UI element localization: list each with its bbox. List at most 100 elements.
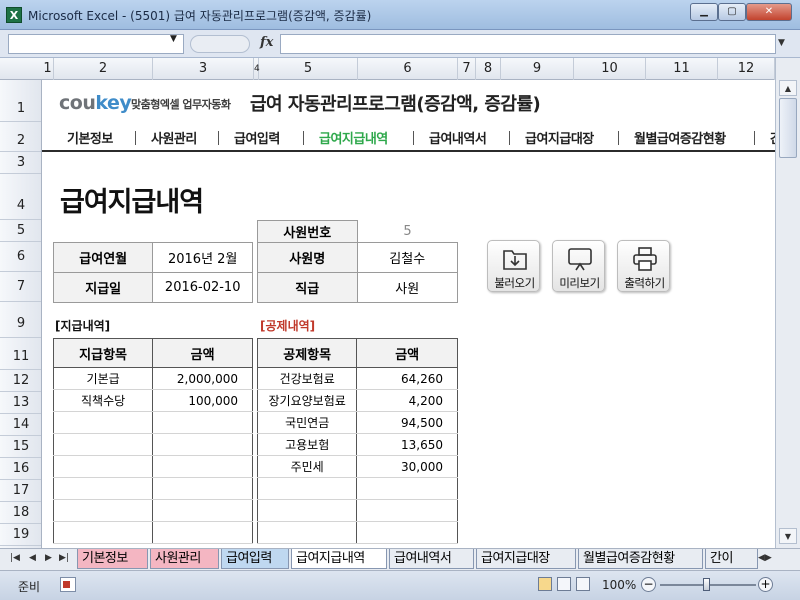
deduction-item[interactable]: 건강보험료 xyxy=(256,367,358,390)
row-header[interactable]: 3 xyxy=(0,152,41,174)
payment-item[interactable]: 기본급 xyxy=(52,367,154,390)
pay-date-value[interactable]: 2016-02-10 xyxy=(152,272,253,303)
payment-amount[interactable] xyxy=(152,477,253,500)
zoom-in-icon[interactable]: + xyxy=(758,577,773,592)
deduction-amount[interactable] xyxy=(356,477,458,500)
payment-amount[interactable]: 2,000,000 xyxy=(152,367,253,390)
row-header[interactable]: 9 xyxy=(0,302,41,338)
excel-app-icon[interactable]: X xyxy=(6,7,22,23)
deduction-item[interactable] xyxy=(256,477,358,500)
row-header[interactable]: 14 xyxy=(0,414,41,436)
next-sheet-icon[interactable]: ▶ xyxy=(45,553,52,563)
row-header[interactable]: 16 xyxy=(0,458,41,480)
deduction-item[interactable] xyxy=(256,521,358,544)
tab-scroll-icon[interactable]: ◀▶ xyxy=(758,553,772,563)
menu-item-payroll-ledger[interactable]: 급여지급대장 xyxy=(525,128,594,147)
menu-item-pay-history[interactable]: 급여지급내역 xyxy=(319,128,388,147)
deduction-amount[interactable]: 94,500 xyxy=(356,411,458,434)
pay-month-value[interactable]: 2016년 2월 xyxy=(152,242,253,273)
employee-id-value[interactable]: 5 xyxy=(357,221,458,243)
expand-formula-bar-icon[interactable]: ▼ xyxy=(778,38,785,48)
row-header[interactable]: 12 xyxy=(0,370,41,392)
scroll-thumb[interactable] xyxy=(779,98,797,158)
column-header[interactable]: 1 xyxy=(42,58,54,80)
maximize-button[interactable]: ▢ xyxy=(718,3,746,21)
close-button[interactable]: ✕ xyxy=(746,3,792,21)
print-button[interactable]: 출력하기 xyxy=(617,240,670,292)
payment-item[interactable] xyxy=(52,455,154,478)
load-button[interactable]: 불러오기 xyxy=(487,240,540,292)
deduction-amount[interactable]: 64,260 xyxy=(356,367,458,390)
row-header[interactable]: 6 xyxy=(0,242,41,272)
payment-item[interactable]: 직책수당 xyxy=(52,389,154,412)
menu-item-basic-info[interactable]: 기본정보 xyxy=(67,128,113,147)
payment-item[interactable] xyxy=(52,411,154,434)
deduction-item[interactable] xyxy=(256,499,358,522)
deduction-item[interactable]: 주민세 xyxy=(256,455,358,478)
column-header[interactable]: 2 xyxy=(54,58,153,80)
zoom-level[interactable]: 100% xyxy=(602,578,636,592)
sheet-tab[interactable]: 간이 xyxy=(705,549,758,569)
payment-amount[interactable]: 100,000 xyxy=(152,389,253,412)
payment-amount[interactable] xyxy=(152,411,253,434)
page-break-view-icon[interactable] xyxy=(576,577,590,591)
employee-rank-value[interactable]: 사원 xyxy=(356,272,458,303)
column-header[interactable]: 5 xyxy=(259,58,358,80)
row-header[interactable]: 13 xyxy=(0,392,41,414)
row-header[interactable]: 1 xyxy=(0,80,41,122)
column-header[interactable]: 3 xyxy=(153,58,254,80)
sheet-tab[interactable]: 급여입력 xyxy=(221,549,289,569)
sheet-tab[interactable]: 사원관리 xyxy=(150,549,219,569)
column-header[interactable]: 6 xyxy=(358,58,458,80)
row-header[interactable]: 19 xyxy=(0,524,41,546)
name-box[interactable] xyxy=(8,34,184,54)
deduction-amount[interactable]: 4,200 xyxy=(356,389,458,412)
zoom-out-icon[interactable]: − xyxy=(641,577,656,592)
row-header[interactable]: 15 xyxy=(0,436,41,458)
vertical-scrollbar[interactable]: ▲ ▼ xyxy=(775,58,800,548)
zoom-slider-thumb[interactable] xyxy=(703,578,710,591)
deduction-amount[interactable]: 30,000 xyxy=(356,455,458,478)
chevron-down-icon[interactable]: ▼ xyxy=(170,34,177,44)
row-header[interactable]: 17 xyxy=(0,480,41,502)
menu-item-employees[interactable]: 사원관리 xyxy=(151,128,197,147)
preview-button[interactable]: 미리보기 xyxy=(552,240,605,292)
menu-item-monthly-change[interactable]: 월별급여증감현황 xyxy=(634,128,726,147)
minimize-button[interactable]: ▁ xyxy=(690,3,718,21)
column-header[interactable]: 8 xyxy=(476,58,501,80)
row-header[interactable]: 5 xyxy=(0,220,41,242)
payment-item[interactable] xyxy=(52,433,154,456)
row-header[interactable]: 2 xyxy=(0,122,41,152)
macro-record-icon[interactable] xyxy=(60,577,76,592)
deduction-item[interactable]: 장기요양보험료 xyxy=(256,389,358,412)
deduction-amount[interactable] xyxy=(356,521,458,544)
column-header[interactable]: 12 xyxy=(718,58,775,80)
column-header[interactable]: 9 xyxy=(501,58,574,80)
normal-view-icon[interactable] xyxy=(538,577,552,591)
payment-amount[interactable] xyxy=(152,499,253,522)
sheet-tab[interactable]: 급여내역서 xyxy=(389,549,474,569)
first-sheet-icon[interactable]: |◀ xyxy=(10,553,20,563)
scroll-down-icon[interactable]: ▼ xyxy=(779,528,797,544)
prev-sheet-icon[interactable]: ◀ xyxy=(29,553,36,563)
payment-amount[interactable] xyxy=(152,455,253,478)
deduction-amount[interactable] xyxy=(356,499,458,522)
deduction-amount[interactable]: 13,650 xyxy=(356,433,458,456)
menu-item-pay-input[interactable]: 급여입력 xyxy=(234,128,280,147)
row-header[interactable]: 11 xyxy=(0,338,41,370)
column-header[interactable]: 10 xyxy=(574,58,646,80)
row-header[interactable]: 4 xyxy=(0,174,41,220)
insert-function-icon[interactable]: fx xyxy=(260,35,273,50)
payment-amount[interactable] xyxy=(152,433,253,456)
sheet-tab[interactable]: 월별급여증감현황 xyxy=(578,549,703,569)
deduction-item[interactable]: 국민연금 xyxy=(256,411,358,434)
row-header[interactable]: 18 xyxy=(0,502,41,524)
formula-input[interactable] xyxy=(280,34,776,54)
last-sheet-icon[interactable]: ▶| xyxy=(59,553,69,563)
menu-item-pay-statement[interactable]: 급여내역서 xyxy=(429,128,487,147)
deduction-item[interactable]: 고용보험 xyxy=(256,433,358,456)
sheet-tab[interactable]: 급여지급내역 xyxy=(291,549,387,569)
sheet-tab[interactable]: 급여지급대장 xyxy=(476,549,576,569)
payment-amount[interactable] xyxy=(152,521,253,544)
sheet-tab[interactable]: 기본정보 xyxy=(77,549,148,569)
